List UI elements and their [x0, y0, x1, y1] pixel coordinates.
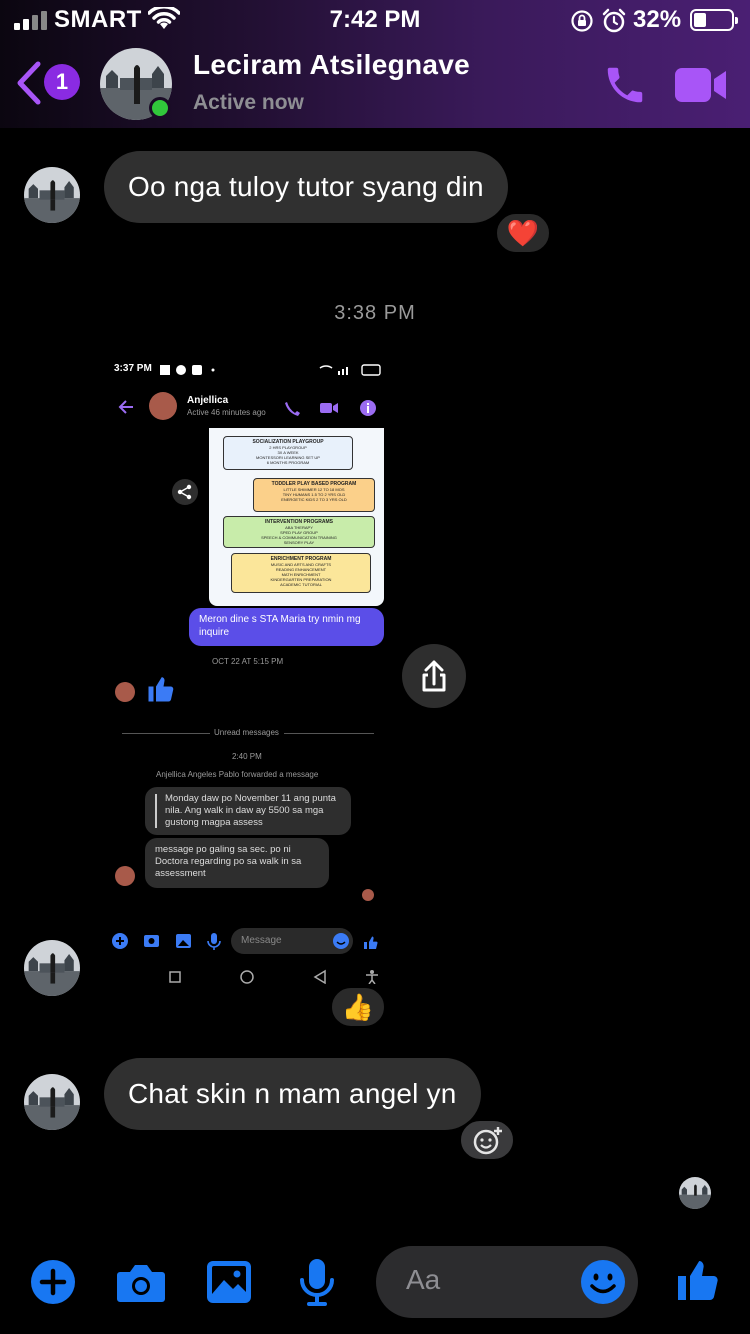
sender-avatar[interactable]	[24, 167, 80, 223]
thumbs-up-icon[interactable]	[674, 1256, 722, 1309]
screenshot-share-icon	[172, 479, 198, 505]
orientation-lock-icon	[570, 9, 594, 38]
online-indicator	[149, 97, 171, 119]
unread-count-badge[interactable]: 1	[44, 64, 80, 100]
screenshot-forwarded-message: Monday daw po November 11 ang punta nila…	[145, 787, 351, 835]
message-timestamp: 3:38 PM	[334, 302, 416, 324]
video-icon[interactable]	[674, 66, 728, 109]
status-bar: SMART 7:42 PM 32%	[0, 0, 750, 40]
share-icon[interactable]	[402, 644, 466, 708]
alarm-icon	[601, 8, 627, 39]
screenshot-mini-avatar	[115, 866, 135, 886]
screenshot-unread-label: Unread messages	[214, 728, 279, 737]
message-input[interactable]: Aa	[376, 1246, 638, 1318]
screenshot-like-icon	[148, 677, 174, 702]
screenshot-forward-label: Anjellica Angeles Pablo forwarded a mess…	[156, 770, 319, 779]
screenshot-sent-message: Meron dine s STA Maria try nmin mg inqui…	[189, 608, 384, 646]
screenshot-seen-avatar	[362, 889, 374, 901]
message-bubble[interactable]: Chat skin n mam angel yn	[104, 1058, 481, 1130]
battery-percent: 32%	[633, 6, 682, 33]
emoji-icon[interactable]	[580, 1259, 626, 1310]
screenshot-contact-name: Anjellica	[187, 395, 229, 406]
active-status: Active now	[193, 91, 304, 114]
screenshot-header-icons	[282, 399, 382, 422]
screenshot-reply-message: message po galing sa sec. po ni Doctora …	[145, 838, 329, 888]
battery-icon	[690, 9, 738, 31]
screenshot-date-label: OCT 22 AT 5:15 PM	[212, 657, 284, 666]
plus-icon[interactable]	[30, 1259, 76, 1310]
poster-section: TODDLER PLAY BASED PROGRAM LITTLE SHIMME…	[253, 478, 375, 512]
screenshot-status-icons	[160, 365, 215, 375]
sender-avatar[interactable]	[24, 1074, 80, 1130]
poster-section: SOCIALIZATION PLAYGROUP 2 HRS PLAYGROUP …	[223, 436, 353, 470]
screenshot-poster-image: SOCIALIZATION PLAYGROUP 2 HRS PLAYGROUP …	[209, 428, 384, 606]
add-reaction-icon[interactable]	[458, 1118, 516, 1162]
gallery-icon[interactable]	[206, 1260, 252, 1309]
screenshot-nav-bar	[169, 969, 378, 984]
message-bubble[interactable]: Oo nga tuloy tutor syang din	[104, 151, 508, 223]
poster-section: ENRICHMENT PROGRAM MUSIC AND ARTS AND CR…	[231, 553, 371, 593]
message-input-placeholder: Aa	[406, 1264, 441, 1295]
screenshot-contact-avatar	[149, 392, 177, 420]
screenshot-time-label: 2:40 PM	[232, 752, 262, 761]
heart-reaction[interactable]: ❤️	[494, 211, 552, 255]
back-icon[interactable]	[14, 60, 44, 111]
screenshot-emoji-icon	[333, 933, 349, 949]
seen-avatar	[679, 1177, 711, 1209]
phone-icon[interactable]	[602, 62, 648, 113]
screenshot-status-right	[319, 364, 381, 376]
screenshot-mini-avatar	[115, 682, 135, 702]
screenshot-back-icon	[118, 400, 134, 419]
contact-name[interactable]: Leciram Atsilegnave	[193, 49, 470, 81]
shared-screenshot-image[interactable]: 3:37 PM Anjellica Active 46 minutes ago …	[104, 344, 398, 984]
screenshot-time: 3:37 PM	[114, 363, 152, 374]
screenshot-contact-status: Active 46 minutes ago	[187, 408, 266, 417]
thumbs-up-reaction[interactable]: 👍	[329, 985, 387, 1029]
poster-section: INTERVENTION PROGRAMS ABA THERAPY SPED P…	[223, 516, 375, 548]
conversation-header: 1 Leciram Atsilegnave Active now	[0, 40, 750, 128]
battery-level	[694, 13, 706, 27]
microphone-icon[interactable]	[298, 1258, 336, 1311]
sender-avatar[interactable]	[24, 940, 80, 996]
camera-icon[interactable]	[116, 1262, 166, 1309]
